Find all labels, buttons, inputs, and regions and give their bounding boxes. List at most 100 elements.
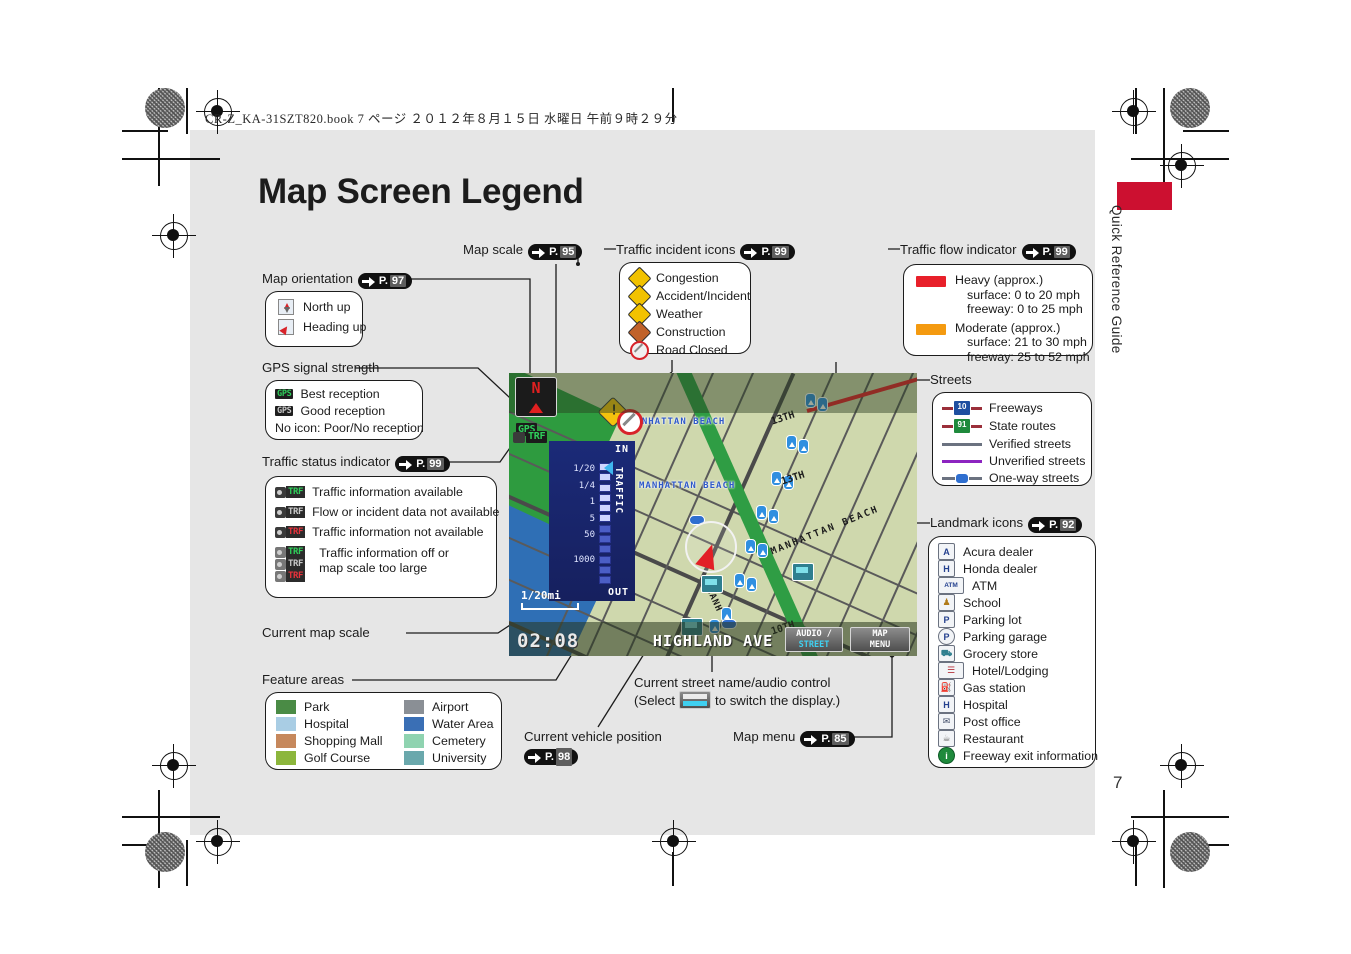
road-closed-icon [629, 340, 649, 360]
list-item: TRF TRF TRF Traffic information off or m… [275, 546, 496, 582]
page-ref-badge[interactable]: P. 98 [524, 748, 579, 766]
page-ref-badge[interactable]: P. 99 [395, 456, 450, 472]
list-item: Weather [626, 301, 750, 327]
list-item: Accident/Incident [626, 283, 750, 309]
water-area-swatch [404, 717, 424, 731]
page-ref-badge[interactable]: P. 85 [800, 731, 855, 747]
feature-label: Park [304, 700, 330, 714]
registration-mark [196, 820, 240, 864]
halftone-dot [145, 832, 185, 872]
list-item: ⛽ Gas station [938, 679, 1095, 696]
list-item: A Acura dealer [938, 543, 1095, 560]
incident-label: Weather [656, 307, 703, 321]
moderate-flow-text: Moderate (approx.) surface: 21 to 30 mph… [955, 321, 1090, 365]
landmark-label: Hotel/Lodging [972, 663, 1049, 678]
map-orientation-compass-icon[interactable]: N [515, 377, 557, 417]
page-ref-badge[interactable]: P. 99 [1021, 244, 1076, 260]
map-scale-slider[interactable]: IN 1/20 1/4 1 5 50 1000 TRAFFIC OUT [549, 441, 635, 601]
traffic-status-text: Traffic status indicator [262, 454, 391, 469]
callout-current-map-scale-label: Current map scale [262, 625, 370, 640]
park-swatch [276, 700, 296, 714]
street-type-label: Verified streets [989, 437, 1071, 451]
page-ref-badge[interactable]: P. 92 [1028, 517, 1083, 533]
list-item: Verified streets [942, 437, 1091, 451]
moderate-freeway: freeway: 25 to 52 mph [967, 349, 1090, 364]
gps-item-label: Best reception [300, 387, 380, 401]
list-item: Heavy (approx.) surface: 0 to 20 mph fre… [916, 273, 1092, 317]
page-ref-badge[interactable]: P. 97 [357, 273, 413, 289]
list-item: One-way streets [942, 471, 1091, 485]
golf-course-swatch [276, 751, 296, 765]
trf-green-icon: TRF [275, 486, 306, 498]
callout-feature-areas-label: Feature areas [262, 672, 345, 687]
feature-label: Hospital [304, 717, 349, 731]
list-item: Park [276, 700, 404, 714]
grocery-store-icon: ⛟ [938, 645, 955, 662]
heavy-title: Heavy (approx.) [955, 273, 1044, 287]
callout-traffic-incident-label: Traffic incident icons P. 99 [616, 242, 795, 260]
map-scale-text: Map scale [463, 242, 524, 257]
list-item: i Freeway exit information [938, 747, 1098, 764]
list-item: 10 Freeways [942, 400, 1091, 416]
heading-up-icon [276, 319, 296, 336]
map-grocery-marker [701, 575, 723, 593]
list-item: No icon: Poor/No reception [275, 421, 424, 435]
map-area-label: MANHATTAN BEACH [639, 481, 736, 491]
list-item: ATM ATM [938, 577, 1095, 594]
list-item: GPS Best reception [275, 387, 422, 401]
hospital-icon: H [938, 696, 955, 713]
map-menu-button[interactable]: MAP MENU [850, 627, 910, 652]
traffic-incident-icons-box: Congestion Accident/Incident Weather Con… [619, 262, 751, 360]
scale-tick-labels: 1/20 1/4 1 5 50 1000 [573, 464, 595, 565]
crop-mark [1183, 130, 1229, 132]
zoom-in-label[interactable]: IN [615, 444, 629, 455]
weather-icon [626, 301, 652, 327]
audio-street-button[interactable]: AUDIO / STREET [785, 627, 843, 652]
printer-header-line: CR-Z_KA-31SZT820.book 7 ページ ２０１２年８月１５日 水… [205, 112, 678, 126]
list-item: Airport [404, 700, 501, 714]
traffic-status-icon: TRF [513, 431, 548, 443]
gps-item-label: No icon: Poor/No reception [275, 421, 424, 435]
list-item: ⛟ Grocery store [938, 645, 1095, 662]
zoom-out-label[interactable]: OUT [608, 587, 629, 598]
page-ref-badge[interactable]: P. 99 [740, 244, 795, 260]
list-item: TRF Flow or incident data not available [275, 505, 499, 519]
page-ref-badge[interactable]: P. 95 [528, 244, 583, 260]
crop-mark [186, 840, 188, 886]
incident-label: Congestion [656, 271, 719, 285]
current-street-line1: Current street name/audio control [634, 675, 831, 690]
north-up-icon [276, 299, 296, 315]
verified-street-line-icon [942, 442, 982, 446]
scale-ladder[interactable] [599, 463, 611, 587]
traffic-flow-text: Traffic flow indicator [900, 242, 1017, 257]
callout-current-street-name: Current street name/audio control (Selec… [634, 674, 840, 709]
list-item: Moderate (approx.) surface: 21 to 30 mph… [916, 321, 1092, 365]
moderate-surface: surface: 21 to 30 mph [967, 335, 1087, 349]
landmark-icons-box: A Acura dealer H Honda dealer ATM ATM ♟ Scho… [928, 536, 1098, 768]
list-item: Golf Course [276, 751, 404, 765]
list-item: Water Area [404, 717, 501, 731]
map-orientation-box: North up Heading up [265, 291, 366, 347]
map-orientation-text: Map orientation [262, 271, 353, 286]
gas-station-icon: ⛽ [938, 679, 955, 696]
list-item: ☰ Hotel/Lodging [938, 662, 1095, 679]
list-item: Hospital [276, 717, 404, 731]
trf-red-icon: TRF [275, 526, 306, 538]
university-swatch [404, 751, 424, 765]
list-item: TRF Traffic information available [275, 485, 496, 499]
current-vehicle-position-marker [685, 521, 737, 573]
moderate-flow-swatch [916, 323, 946, 335]
halftone-dot [145, 88, 185, 128]
feature-label: Shopping Mall [304, 734, 383, 748]
gps-item-label: Good reception [300, 404, 386, 418]
incident-label: Construction [656, 325, 726, 339]
list-item: Road Closed [629, 340, 750, 360]
list-item: ☕ Restaurant [938, 730, 1095, 747]
traffic-status-item-label: Traffic information not available [312, 525, 484, 539]
navigation-map-screen[interactable]: MANHATTAN BEACH MANHATTAN BEACH 13TH 13T… [509, 373, 917, 656]
traffic-status-item-label: Traffic information off or map scale too… [319, 546, 449, 575]
landmark-label: ATM [972, 578, 998, 593]
map-menu-label: Map menu [733, 729, 796, 744]
restaurant-icon: ☕ [938, 730, 955, 747]
landmark-label: Post office [963, 714, 1021, 729]
